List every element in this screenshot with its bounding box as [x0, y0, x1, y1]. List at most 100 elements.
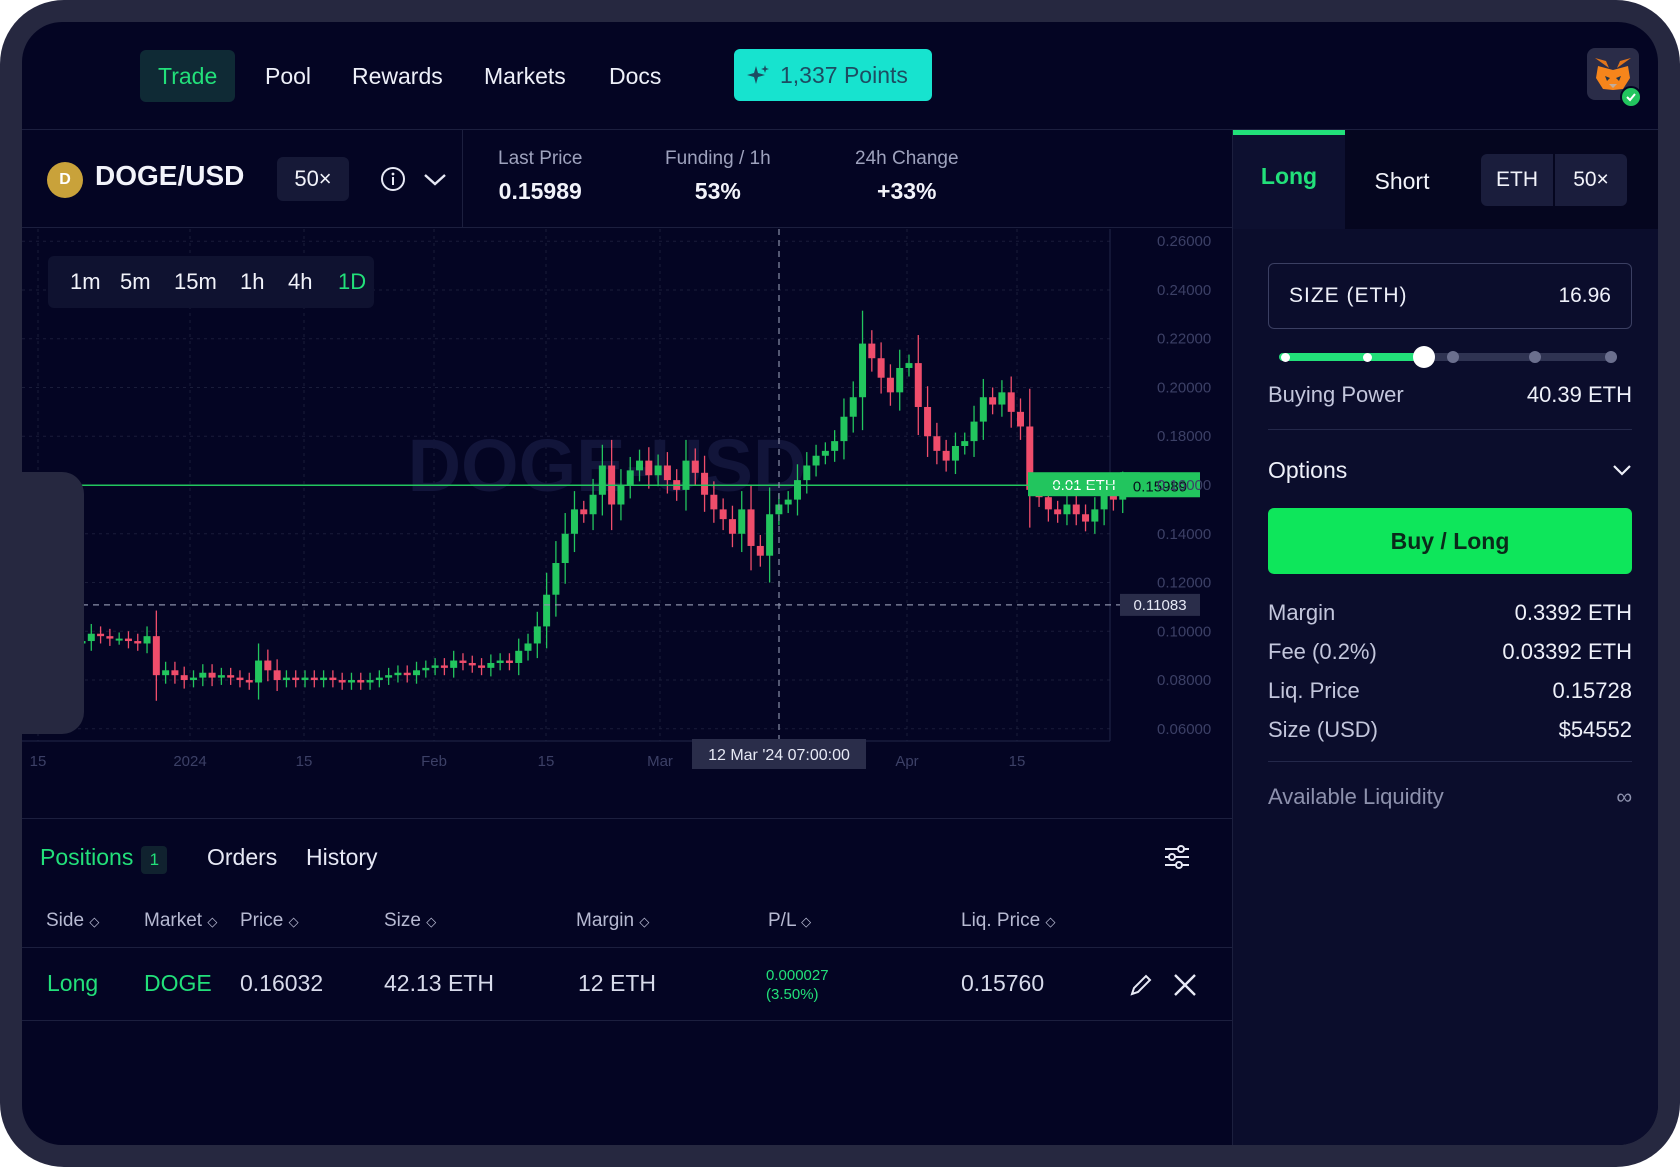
tab-history[interactable]: History	[306, 844, 378, 871]
buy-long-button[interactable]: Buy / Long	[1268, 508, 1632, 574]
tf-1h[interactable]: 1h	[240, 256, 264, 308]
chart-watermark: DOGE-USD	[408, 424, 807, 507]
col-side[interactable]: Side ◇	[46, 910, 99, 932]
leverage-selector[interactable]: 50×	[1555, 154, 1627, 206]
x-tick-label: Apr	[895, 753, 918, 770]
candlestick-chart[interactable]: DOGE-USD 0.01 ETH0.160320.159890.1108312…	[22, 229, 1232, 819]
filter-settings-icon[interactable]	[1162, 842, 1192, 872]
candle-body	[951, 445, 959, 461]
candle-body	[552, 563, 560, 595]
close-icon[interactable]	[1172, 972, 1198, 998]
sort-icon: ◇	[426, 914, 437, 929]
chevron-down-icon[interactable]	[422, 168, 448, 190]
candle-body	[691, 460, 699, 473]
candle-body	[821, 450, 829, 456]
y-tick-label: 0.10000	[1157, 623, 1211, 640]
candle-body	[803, 465, 811, 481]
detail-label: Margin	[1268, 600, 1336, 625]
options-label: Options	[1268, 457, 1348, 483]
tab-long[interactable]: Long	[1233, 130, 1345, 229]
col-liq-price[interactable]: Liq. Price ◇	[961, 910, 1055, 932]
candle-body	[1016, 411, 1024, 427]
stat-24h-change: 24h Change +33%	[855, 148, 959, 205]
candle-body	[245, 680, 253, 683]
tab-positions[interactable]: Positions 1	[40, 844, 168, 874]
sort-icon: ◇	[89, 914, 100, 929]
stat-label: Funding / 1h	[665, 148, 771, 169]
market-header: D DOGE/USD 50× Last Price 0.15989 Fundin…	[22, 130, 1232, 228]
candle-body	[598, 465, 606, 495]
tf-5m[interactable]: 5m	[120, 256, 151, 308]
tf-15m[interactable]: 15m	[174, 256, 217, 308]
detail-value: 0.3392 ETH	[1514, 600, 1632, 625]
candle-body	[728, 519, 736, 534]
candle-body	[487, 662, 495, 668]
tf-1m[interactable]: 1m	[70, 256, 101, 308]
candle-body	[152, 636, 160, 676]
header-divider	[462, 130, 463, 228]
y-tick-label: 0.16000	[1157, 477, 1211, 494]
candle-body	[663, 465, 671, 481]
col-margin[interactable]: Margin ◇	[576, 910, 649, 932]
slider-step[interactable]	[1363, 353, 1372, 362]
sort-icon: ◇	[1045, 914, 1056, 929]
slider-step[interactable]	[1605, 351, 1617, 363]
nav-markets[interactable]: Markets	[466, 50, 584, 102]
nav-rewards[interactable]: Rewards	[334, 50, 461, 102]
candle-body	[710, 494, 718, 510]
cell-market: DOGE	[144, 970, 212, 996]
points-button[interactable]: 1,337 Points	[734, 49, 932, 101]
nav-trade[interactable]: Trade	[140, 50, 236, 102]
slider-fill	[1279, 353, 1425, 361]
col-side-label: Side	[46, 910, 85, 931]
detail-label: Liq. Price	[1268, 678, 1360, 703]
x-tick-label: Feb	[421, 753, 447, 770]
y-tick-label: 0.18000	[1157, 428, 1211, 445]
col-price[interactable]: Price ◇	[240, 910, 299, 932]
options-toggle[interactable]: Options	[1268, 457, 1632, 484]
candle-body	[1044, 497, 1052, 510]
order-form: SIZE (ETH) 16.96 Buying Power 40.39 ETH …	[1233, 229, 1658, 1145]
sort-icon: ◇	[207, 914, 218, 929]
size-input[interactable]: SIZE (ETH) 16.96	[1268, 263, 1632, 329]
market-pair[interactable]: DOGE/USD	[95, 160, 244, 192]
candle-body	[1082, 514, 1090, 522]
slider-step[interactable]	[1281, 353, 1290, 362]
tf-1d[interactable]: 1D	[338, 256, 366, 308]
candle-body	[942, 450, 950, 461]
candle-body	[450, 660, 458, 668]
slider-step[interactable]	[1447, 351, 1459, 363]
leverage-badge[interactable]: 50×	[277, 157, 349, 201]
candle-body	[143, 636, 151, 644]
candle-body	[190, 677, 198, 681]
edit-icon[interactable]	[1128, 972, 1154, 998]
y-tick-label: 0.24000	[1157, 282, 1211, 299]
tf-4h[interactable]: 4h	[288, 256, 312, 308]
stat-label: 24h Change	[855, 148, 959, 169]
candle-body	[1063, 504, 1071, 515]
info-icon[interactable]	[380, 166, 406, 192]
top-nav: Trade Pool Rewards Markets Docs 1,337 Po…	[22, 22, 1658, 130]
tab-orders[interactable]: Orders	[207, 844, 277, 871]
slider-step[interactable]	[1529, 351, 1541, 363]
nav-pool[interactable]: Pool	[247, 50, 329, 102]
asset-selector[interactable]: ETH	[1481, 154, 1553, 206]
stat-value: 53%	[694, 178, 741, 204]
candle-body	[431, 665, 439, 668]
col-market[interactable]: Market ◇	[144, 910, 217, 932]
price-chart[interactable]: DOGE-USD 0.01 ETH0.160320.159890.1108312…	[22, 229, 1232, 819]
size-slider[interactable]	[1279, 346, 1617, 368]
row-divider	[22, 947, 1232, 948]
sort-icon: ◇	[288, 914, 299, 929]
slider-thumb[interactable]	[1413, 346, 1436, 368]
candle-body	[905, 363, 913, 368]
candle-body	[561, 533, 569, 564]
col-pl[interactable]: P/L ◇	[768, 910, 811, 932]
nav-docs[interactable]: Docs	[591, 50, 679, 102]
pl-value: 0.000027	[766, 967, 829, 984]
col-size[interactable]: Size ◇	[384, 910, 436, 932]
candle-body	[979, 397, 987, 422]
candle-body	[292, 677, 300, 681]
x-tick-label: 15	[30, 753, 47, 770]
tab-short[interactable]: Short	[1345, 130, 1459, 229]
